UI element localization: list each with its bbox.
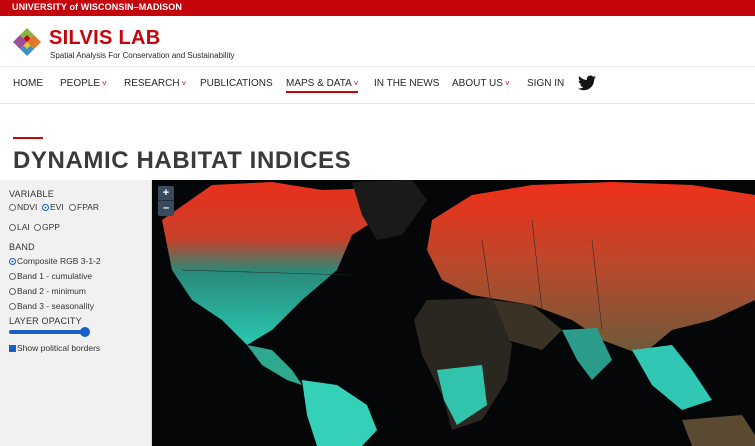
map-view[interactable]: + – (152, 180, 755, 446)
variable-option-ndvi[interactable]: NDVI (9, 202, 37, 212)
opacity-slider-thumb[interactable] (80, 327, 90, 337)
variable-option-evi[interactable]: EVI (42, 202, 64, 212)
silvis-logo-icon[interactable] (13, 28, 41, 56)
radio-button-selected[interactable] (9, 258, 16, 265)
radio-button[interactable] (9, 224, 16, 231)
brand-tagline: Spatial Analysis For Conservation and Su… (50, 51, 235, 60)
radio-button[interactable] (69, 204, 76, 211)
band-option-cumulative[interactable]: Band 1 - cumulative (9, 271, 92, 281)
radio-button[interactable] (9, 288, 16, 295)
nav-research[interactable]: RESEARCH ˅ (124, 78, 186, 89)
site-header: SILVIS LAB Spatial Analysis For Conserva… (0, 16, 755, 67)
radio-button[interactable] (34, 224, 41, 231)
nav-in-the-news[interactable]: IN THE NEWS (374, 78, 439, 89)
variable-option-gpp[interactable]: GPP (34, 222, 60, 232)
nav-home[interactable]: HOME (13, 78, 43, 89)
radio-button[interactable] (9, 204, 16, 211)
band-option-seasonality[interactable]: Band 3 - seasonality (9, 301, 94, 311)
nav-about-us[interactable]: ABOUT US ˅ (452, 78, 510, 89)
title-accent-rule (13, 137, 43, 139)
nav-publications[interactable]: PUBLICATIONS (200, 78, 273, 89)
band-option-minimum[interactable]: Band 2 - minimum (9, 286, 86, 296)
main-nav: HOME PEOPLE ˅ RESEARCH ˅ PUBLICATIONS MAPS… (0, 67, 755, 104)
page-title: DYNAMIC HABITAT INDICES (13, 147, 352, 174)
political-borders-toggle[interactable]: Show political borders (9, 343, 100, 353)
radio-button[interactable] (9, 273, 16, 280)
variable-label: VARIABLE (9, 189, 54, 199)
chevron-down-icon: ˅ (353, 79, 359, 88)
radio-button-selected[interactable] (42, 204, 49, 211)
band-label: BAND (9, 242, 35, 252)
variable-option-lai[interactable]: LAI (9, 222, 30, 232)
opacity-label: LAYER OPACITY (9, 316, 82, 326)
band-option-composite[interactable]: Composite RGB 3-1-2 (9, 256, 101, 266)
layer-control-panel: VARIABLE NDVI EVI FPAR LAI GPP BAND Comp… (0, 180, 152, 446)
nav-sign-in[interactable]: SIGN IN (527, 78, 564, 89)
chevron-down-icon: ˅ (504, 79, 510, 88)
chevron-down-icon: ˅ (102, 79, 107, 88)
opacity-slider-track[interactable] (9, 330, 85, 334)
habitat-index-map-layer[interactable] (152, 180, 755, 446)
checkbox-checked[interactable] (9, 345, 16, 352)
radio-button[interactable] (9, 303, 16, 310)
university-bar: UNIVERSITY of WISCONSIN–MADISON (0, 0, 755, 16)
map-zoom-control: + – (158, 186, 174, 216)
variable-option-fpar[interactable]: FPAR (69, 202, 99, 212)
zoom-in-button[interactable]: + (158, 186, 174, 201)
chevron-down-icon: ˅ (181, 79, 187, 88)
brand-name[interactable]: SILVIS LAB (49, 28, 161, 48)
zoom-out-button[interactable]: – (158, 201, 174, 216)
nav-maps-data[interactable]: MAPS & DATA ˅ (286, 78, 359, 93)
twitter-icon[interactable] (578, 75, 596, 91)
university-link[interactable]: UNIVERSITY of WISCONSIN–MADISON (12, 2, 182, 12)
nav-people[interactable]: PEOPLE ˅ (60, 78, 107, 89)
